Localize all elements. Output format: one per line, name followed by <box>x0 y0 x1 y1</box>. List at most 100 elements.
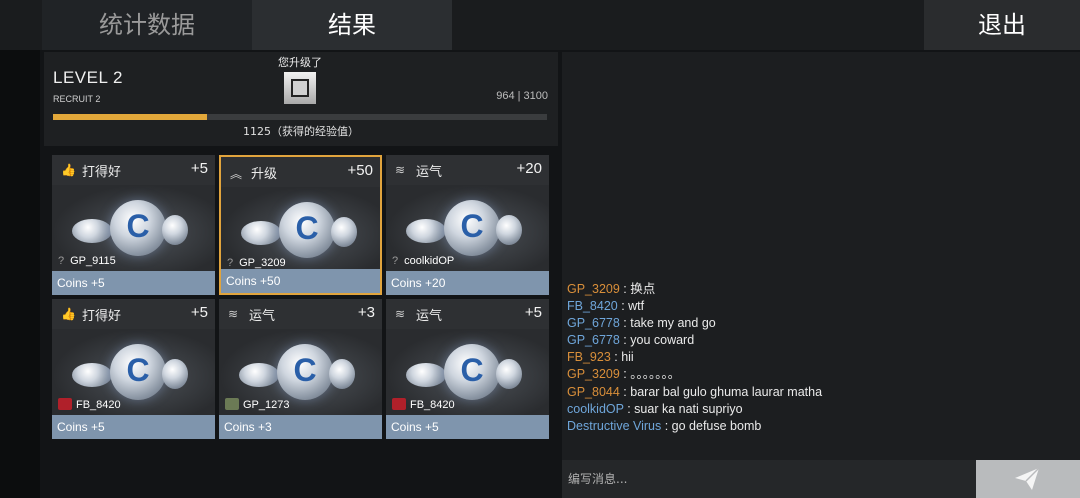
card-title: 打得好 <box>82 309 122 324</box>
reward-card[interactable]: ︽ 升级 +50? GP_3209 Coins +50 <box>219 155 382 295</box>
coins-image: FB_8420 <box>52 329 215 415</box>
chat-sender: FB_8420 <box>567 299 618 314</box>
chat-message: FB_8420 : wtf <box>567 299 645 314</box>
card-player: FB_8420 <box>58 398 121 411</box>
reward-card[interactable]: 👍 打得好 +5? GP_9115 Coins +5 <box>52 155 215 295</box>
chat-messages: GP_3209 : 换点 FB_8420 : wtf GP_6778 : take … <box>567 281 1072 435</box>
chat-message: GP_3209 : 换点 <box>567 282 656 296</box>
coin-icon <box>277 344 333 400</box>
card-title: 运气 <box>416 165 443 180</box>
send-button[interactable] <box>976 460 1080 498</box>
chat-sender: GP_3209 <box>567 367 620 382</box>
chat-text: wtf <box>628 299 645 314</box>
card-points: +20 <box>516 160 542 177</box>
card-player: ? GP_3209 <box>227 257 286 269</box>
card-reward: Coins +5 <box>52 271 215 295</box>
coin-icon <box>162 359 188 389</box>
chat-text: 换点 <box>630 282 656 296</box>
coin-icon <box>331 217 357 247</box>
coin-icon <box>329 359 355 389</box>
card-points: +50 <box>347 162 373 179</box>
chat-sender: GP_6778 <box>567 316 620 331</box>
player-name: FB_8420 <box>410 399 455 411</box>
chat-sender: coolkidOP <box>567 401 624 416</box>
chat-text: go defuse bomb <box>671 418 762 433</box>
chat-sender: GP_8044 <box>567 384 620 399</box>
left-edge <box>0 50 40 498</box>
unknown-avatar-icon: ? <box>58 255 65 267</box>
coin-icon <box>496 359 522 389</box>
player-avatar <box>392 398 406 410</box>
chat-sender: Destructive Virus <box>567 418 662 433</box>
luck-icon: ≋ <box>395 163 406 177</box>
tab-stats[interactable]: 统计数据 <box>42 0 252 50</box>
chat-message: coolkidOP : suar ka nati supriyo <box>567 401 743 416</box>
card-header: 👍 打得好 +5 <box>52 299 215 329</box>
unknown-avatar-icon: ? <box>227 257 234 269</box>
chat-message: GP_6778 : take my and go <box>567 316 716 331</box>
reward-label: Coins +20 <box>391 276 446 290</box>
xp-progress-bar <box>53 114 547 120</box>
card-header: ≋ 运气 +3 <box>219 299 382 329</box>
chat-message: GP_8044 : barar bal gulo ghuma laurar ma… <box>567 384 823 399</box>
player-name: coolkidOP <box>404 255 455 267</box>
coin-icon <box>72 219 112 243</box>
coins-image: GP_1273 <box>219 329 382 415</box>
coin-icon <box>406 363 446 387</box>
chat-message: FB_923 : hii <box>567 350 634 365</box>
chat-message: Destructive Virus : go defuse bomb <box>567 418 762 433</box>
card-title: 运气 <box>249 309 276 324</box>
reward-card[interactable]: ≋ 运气 +3 GP_1273 Coins +3 <box>219 299 382 439</box>
coin-icon <box>444 200 500 256</box>
card-title: 运气 <box>416 309 443 324</box>
coin-icon <box>162 215 188 245</box>
xp-progress-fill <box>53 114 207 120</box>
top-bar: 统计数据 结果 退出 <box>0 0 1080 50</box>
chevrons-up-icon: ︽ <box>230 167 243 181</box>
chat-sender: FB_923 <box>567 350 611 365</box>
player-avatar <box>58 398 72 410</box>
chat-text: take my and go <box>630 316 716 331</box>
card-reward: Coins +3 <box>219 415 382 439</box>
thumbs-up-icon: 👍 <box>61 307 76 321</box>
reward-label: Coins +50 <box>226 274 281 288</box>
chat-text: you coward <box>630 333 695 348</box>
chat-text: hii <box>621 350 634 365</box>
card-reward: Coins +5 <box>386 415 549 439</box>
coin-icon <box>72 363 112 387</box>
send-icon <box>1015 467 1040 490</box>
card-player: ? coolkidOP <box>392 255 454 267</box>
chat-text: barar bal gulo ghuma laurar matha <box>630 384 823 399</box>
card-title: 升级 <box>251 167 278 182</box>
card-header: 👍 打得好 +5 <box>52 155 215 185</box>
reward-label: Coins +3 <box>224 420 272 434</box>
rank-label: RECRUIT 2 <box>53 94 101 104</box>
reward-card[interactable]: ≋ 运气 +5 FB_8420 Coins +5 <box>386 299 549 439</box>
player-name: GP_1273 <box>243 399 290 411</box>
card-header: ︽ 升级 +50 <box>221 157 380 187</box>
chat-panel: GP_3209 : 换点 FB_8420 : wtf GP_6778 : take … <box>562 52 1080 498</box>
xp-gained: 1125（获得的经验值） <box>243 125 359 138</box>
chat-sender: GP_3209 <box>567 282 620 296</box>
player-avatar <box>225 398 239 410</box>
thumbs-up-icon: 👍 <box>61 163 76 177</box>
card-header: ≋ 运气 +20 <box>386 155 549 185</box>
luck-icon: ≋ <box>395 307 406 321</box>
chat-message: GP_6778 : you coward <box>567 333 695 348</box>
reward-cards: 👍 打得好 +5 ? GP_9115 Coins +5 ︽ 升级 +50? GP_3209 Coin… <box>52 155 552 440</box>
chat-input[interactable] <box>562 460 980 498</box>
card-title: 打得好 <box>82 165 122 180</box>
card-player: ? GP_9115 <box>58 255 116 267</box>
coin-icon <box>110 200 166 256</box>
player-name: GP_3209 <box>239 257 286 269</box>
coins-image: ? GP_9115 <box>52 185 215 271</box>
reward-card[interactable]: ≋ 运气 +20 ? coolkidOP Coins +20 <box>386 155 549 295</box>
card-reward: Coins +5 <box>52 415 215 439</box>
card-reward: Coins +20 <box>386 271 549 295</box>
card-points: +5 <box>524 304 542 321</box>
exit-button[interactable]: 退出 <box>924 0 1080 50</box>
coin-icon <box>110 344 166 400</box>
coins-image: FB_8420 <box>386 329 549 415</box>
tab-results[interactable]: 结果 <box>252 0 452 50</box>
reward-card[interactable]: 👍 打得好 +5 FB_8420 Coins +5 <box>52 299 215 439</box>
